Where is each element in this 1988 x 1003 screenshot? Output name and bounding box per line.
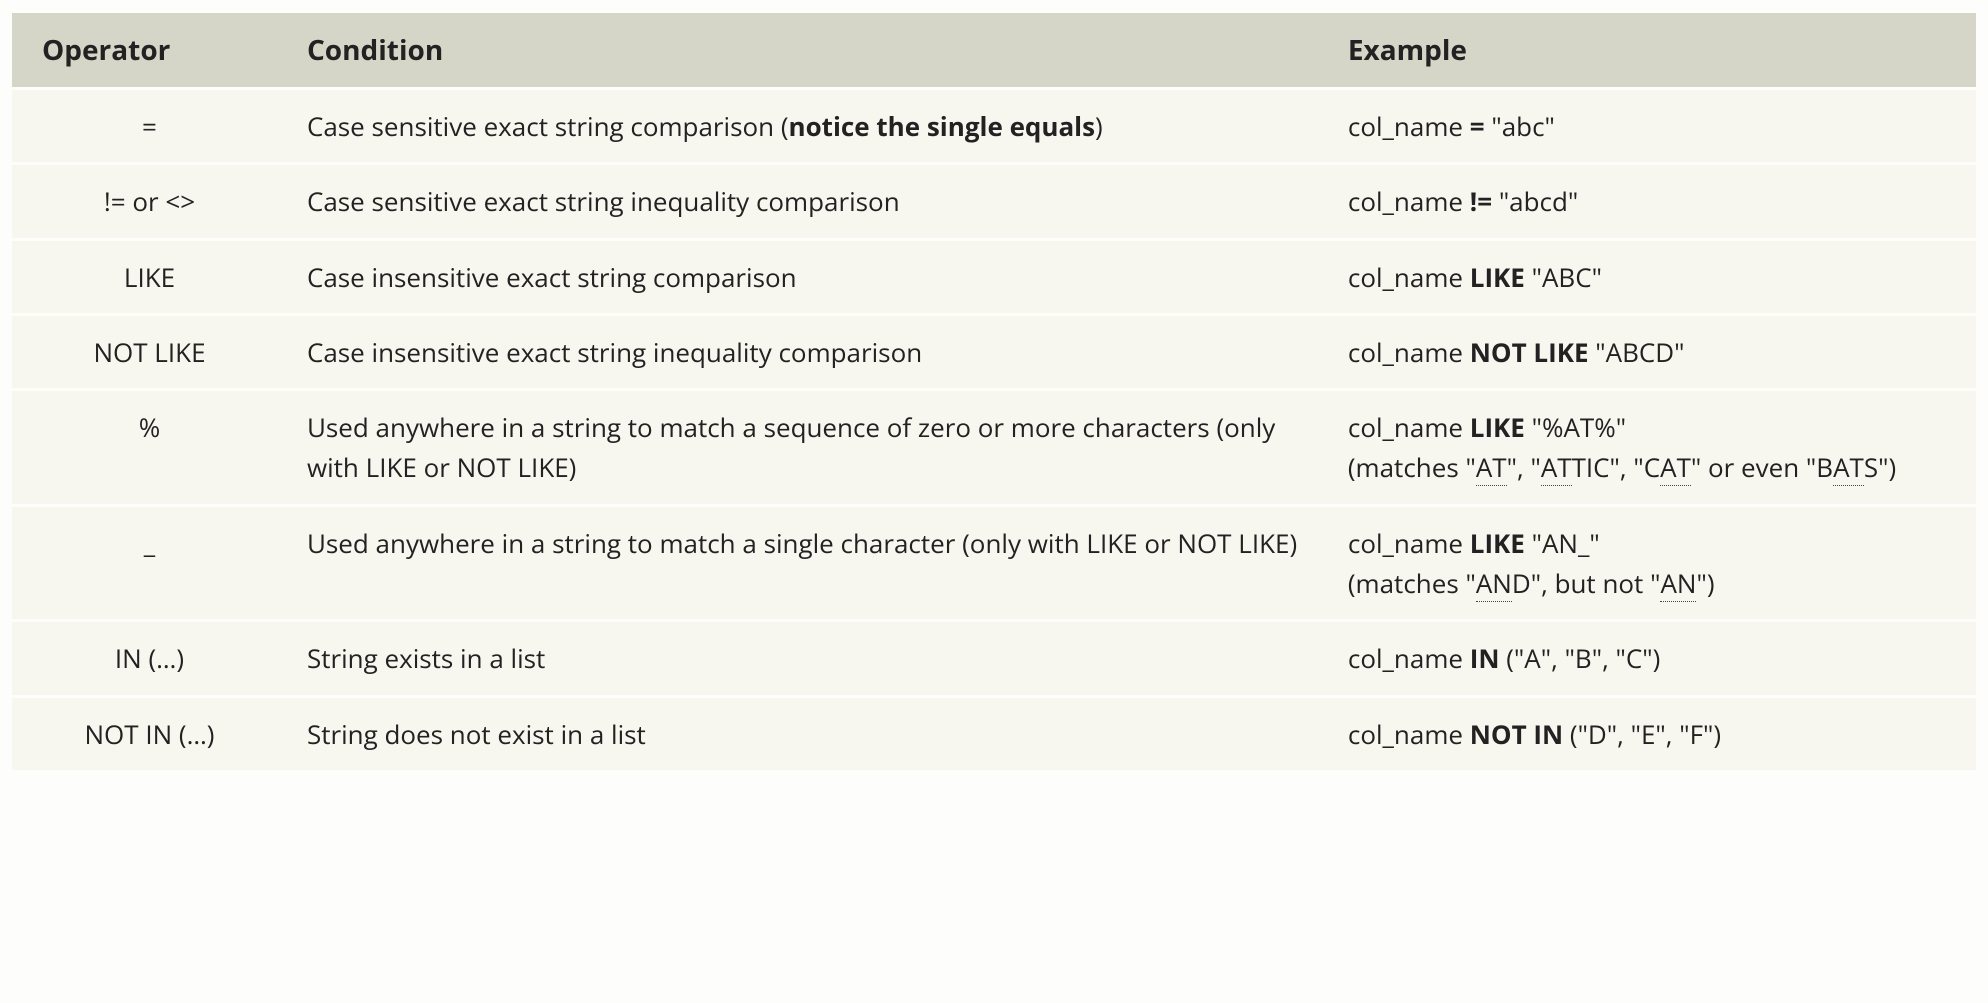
operator-cell: != or <> (12, 165, 287, 237)
example-prefix: col_name (1348, 259, 1470, 295)
example-cell: col_name LIKE "ABC" (1328, 241, 1976, 313)
condition-text: Used anywhere in a string to match a sin… (307, 525, 1297, 561)
example-operator: = (1470, 108, 1485, 144)
condition-cell: String exists in a list (287, 622, 1328, 694)
condition-cell: Case insensitive exact string inequality… (287, 316, 1328, 388)
table-row: NOT IN (…) String does not exist in a lis… (12, 698, 1976, 770)
condition-cell: Used anywhere in a string to match a sin… (287, 507, 1328, 620)
example-cell: col_name != "abcd" (1328, 165, 1976, 237)
operator-cell: LIKE (12, 241, 287, 313)
operator-cell: NOT IN (…) (12, 698, 287, 770)
example-suffix: "ABC" (1525, 259, 1602, 295)
example-operator: LIKE (1470, 259, 1525, 295)
condition-text: String does not exist in a list (307, 716, 646, 752)
example-prefix: col_name (1348, 716, 1470, 752)
table-row: != or <> Case sensitive exact string ineq… (12, 165, 1976, 237)
example-prefix: col_name (1348, 183, 1470, 219)
example-operator: IN (1470, 640, 1500, 676)
condition-text: Case insensitive exact string inequality… (307, 334, 922, 370)
operators-table: Operator Condition Example =Case sensiti… (12, 10, 1976, 773)
example-operator: LIKE (1470, 409, 1525, 445)
condition-emphasis: notice the single equals (789, 108, 1096, 144)
example-cell: col_name NOT LIKE "ABCD" (1328, 316, 1976, 388)
example-operator: NOT IN (1470, 716, 1563, 752)
table-header-row: Operator Condition Example (12, 13, 1976, 87)
table-row: IN (…) String exists in a list col_name IN… (12, 622, 1976, 694)
table-row: _ Used anywhere in a string to match a si… (12, 507, 1976, 620)
condition-text: String exists in a list (307, 640, 545, 676)
table-row: NOT LIKE Case insensitive exact string in… (12, 316, 1976, 388)
table-row: =Case sensitive exact string comparison … (12, 90, 1976, 162)
condition-text: Case sensitive exact string comparison ( (307, 108, 789, 144)
condition-text-tail: ) (1095, 108, 1103, 144)
operator-cell: % (12, 391, 287, 504)
example-cell: col_name LIKE "AN_"(matches "AND", but n… (1328, 507, 1976, 620)
example-cell: col_name NOT IN ("D", "E", "F") (1328, 698, 1976, 770)
example-operator: LIKE (1470, 525, 1525, 561)
col-operator-header: Operator (12, 13, 287, 87)
condition-cell: Case sensitive exact string comparison (… (287, 90, 1328, 162)
example-prefix: col_name (1348, 334, 1470, 370)
example-operator: != (1470, 183, 1492, 219)
condition-cell: Case insensitive exact string comparison (287, 241, 1328, 313)
operator-cell: _ (12, 507, 287, 620)
condition-cell: Used anywhere in a string to match a seq… (287, 391, 1328, 504)
condition-cell: String does not exist in a list (287, 698, 1328, 770)
col-example-header: Example (1328, 13, 1976, 87)
operator-cell: IN (…) (12, 622, 287, 694)
example-cell: col_name = "abc" (1328, 90, 1976, 162)
example-cell: col_name LIKE "%AT%"(matches "AT", "ATTI… (1328, 391, 1976, 504)
condition-cell: Case sensitive exact string inequality c… (287, 165, 1328, 237)
example-suffix: "ABCD" (1589, 334, 1685, 370)
condition-text: Case sensitive exact string inequality c… (307, 183, 900, 219)
example-suffix: "abcd" (1492, 183, 1578, 219)
example-prefix: col_name (1348, 409, 1470, 445)
table-row: LIKE Case insensitive exact string compar… (12, 241, 1976, 313)
example-prefix: col_name (1348, 108, 1470, 144)
table-row: % Used anywhere in a string to match a se… (12, 391, 1976, 504)
example-suffix: ("A", "B", "C") (1500, 640, 1661, 676)
example-suffix: "abc" (1485, 108, 1555, 144)
condition-text: Used anywhere in a string to match a seq… (307, 409, 1275, 485)
example-cell: col_name IN ("A", "B", "C") (1328, 622, 1976, 694)
condition-text: Case insensitive exact string comparison (307, 259, 797, 295)
example-operator: NOT LIKE (1470, 334, 1589, 370)
example-suffix: ("D", "E", "F") (1563, 716, 1721, 752)
operator-cell: NOT LIKE (12, 316, 287, 388)
col-condition-header: Condition (287, 13, 1328, 87)
example-prefix: col_name (1348, 640, 1470, 676)
operator-cell: = (12, 90, 287, 162)
example-prefix: col_name (1348, 525, 1470, 561)
